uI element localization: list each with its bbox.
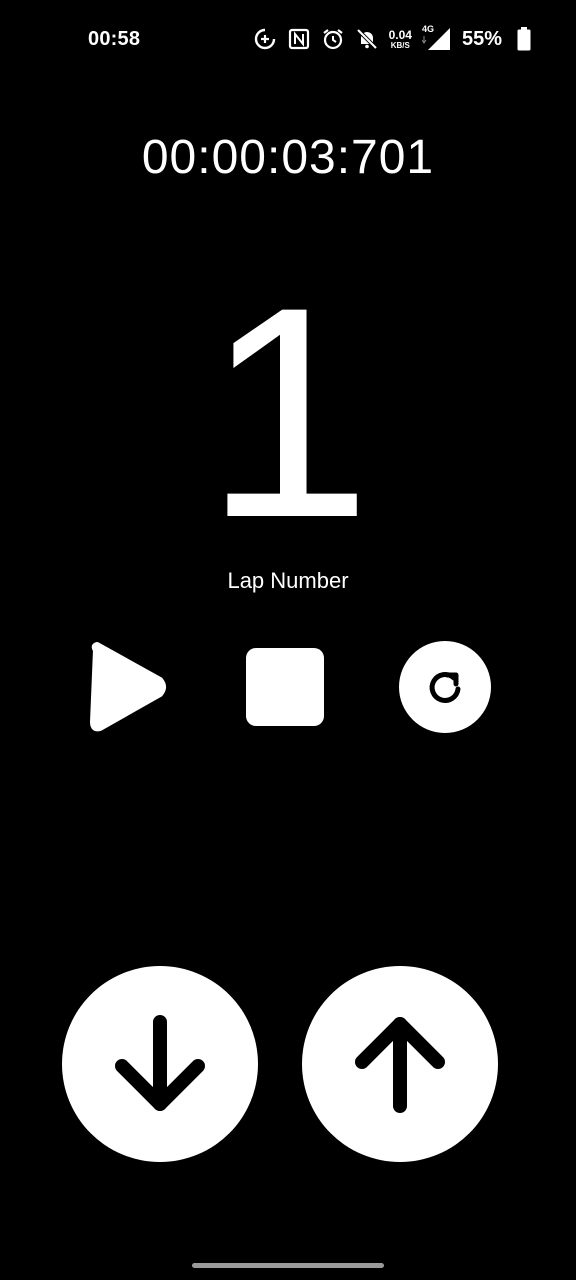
status-bar: 00:58 0.04 KB/S 4G 55% [0,0,576,78]
decrement-lap-button[interactable] [62,966,258,1162]
lap-count: 1 [204,244,372,580]
reset-button[interactable] [399,641,491,733]
play-icon [90,642,166,732]
signal-icon: 4G [421,24,452,52]
arrow-up-icon [355,1017,445,1113]
elapsed-timer: 00:00:03:701 [141,131,435,184]
net-speed: 0.04 KB/S [389,29,412,50]
play-button[interactable] [88,642,170,732]
data-saver-icon [253,27,277,51]
arrow-down-icon [115,1015,205,1111]
increment-lap-button[interactable] [302,966,498,1162]
status-time: 00:58 [88,28,141,50]
mute-icon [355,27,379,51]
lap-number-label: Lap Number [227,568,349,593]
status-icons: 0.04 KB/S 4G 55% [253,24,536,54]
stop-button[interactable] [246,648,324,726]
net-speed-unit: KB/S [390,40,410,50]
alarm-icon [321,27,345,51]
battery-percent: 55% [461,27,502,50]
net-speed-value: 0.04 [388,27,412,42]
nfc-icon [287,27,311,51]
battery-icon [512,27,536,51]
reset-icon [429,672,461,703]
gesture-nav-handle[interactable] [192,1263,384,1268]
